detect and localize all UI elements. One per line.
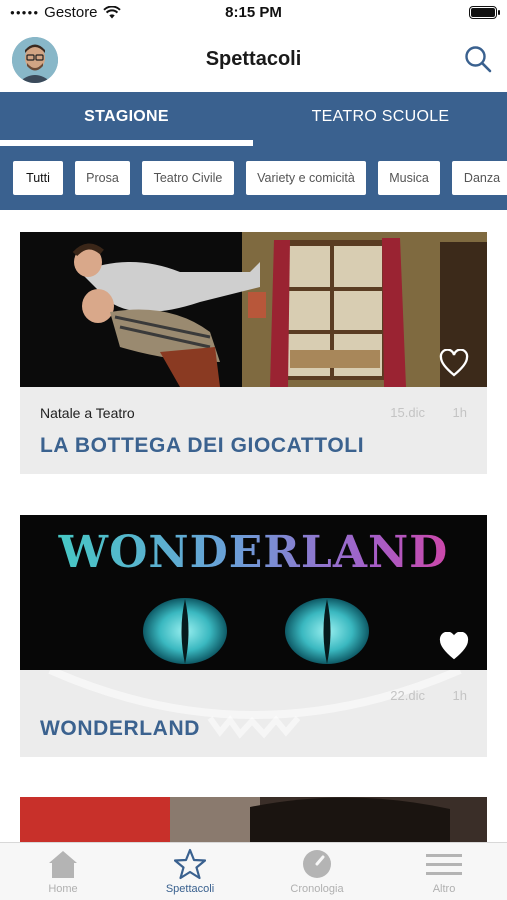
show-title: WONDERLAND <box>40 717 200 740</box>
favorite-button[interactable] <box>439 348 469 377</box>
show-card[interactable]: WONDERLAND 22.dic 1h WONDERLAND <box>20 515 487 757</box>
clock-icon <box>303 850 331 878</box>
show-info-panel: Natale a Teatro 15.dic 1h LA BOTTEGA DEI… <box>20 387 487 474</box>
filter-chip-teatro-civile[interactable]: Teatro Civile <box>142 161 234 195</box>
tabbar-item-spettacoli[interactable]: Spettacoli <box>127 843 253 900</box>
poster-title: WONDERLAND <box>20 527 487 578</box>
filter-bar: Tutti Prosa Teatro Civile Variety e comi… <box>0 146 507 210</box>
filter-chip-danza[interactable]: Danza <box>452 161 507 195</box>
bottom-tab-bar: Home Spettacoli Cronologia Altro <box>0 842 507 900</box>
menu-icon <box>426 854 462 875</box>
show-date: 15.dic <box>390 405 425 420</box>
tabbar-label: Home <box>48 883 78 895</box>
heart-outline-icon <box>439 348 469 377</box>
search-icon <box>465 46 492 73</box>
tabbar-label: Altro <box>432 883 456 895</box>
tab-stagione[interactable]: STAGIONE <box>0 92 253 146</box>
tab-teatro-scuole[interactable]: TEATRO SCUOLE <box>254 92 507 146</box>
show-duration: 1h <box>452 405 467 420</box>
show-card[interactable] <box>20 797 487 842</box>
star-icon <box>174 848 206 880</box>
status-bar: ●●●●● Gestore 8:15 PM <box>0 0 507 26</box>
search-button[interactable] <box>463 44 493 74</box>
tabbar-item-altro[interactable]: Altro <box>381 843 507 900</box>
segment-tabs: STAGIONE TEATRO SCUOLE <box>0 92 507 146</box>
show-info-panel: 22.dic 1h WONDERLAND <box>20 670 487 757</box>
show-card[interactable]: Natale a Teatro 15.dic 1h LA BOTTEGA DEI… <box>20 232 487 474</box>
battery-icon <box>469 6 500 19</box>
show-image: WONDERLAND <box>20 515 487 670</box>
status-time: 8:15 PM <box>225 4 282 21</box>
header: Spettacoli <box>0 26 507 92</box>
filter-chip-musica[interactable]: Musica <box>378 161 440 195</box>
home-icon <box>49 851 77 878</box>
show-image <box>20 232 487 387</box>
tabbar-item-home[interactable]: Home <box>0 843 126 900</box>
show-category: Natale a Teatro <box>40 405 135 421</box>
page-title: Spettacoli <box>205 48 302 70</box>
tabbar-item-cronologia[interactable]: Cronologia <box>254 843 380 900</box>
filter-chip-tutti[interactable]: Tutti <box>13 161 63 195</box>
grin-overlay <box>48 670 462 739</box>
tabbar-label: Cronologia <box>290 883 344 895</box>
show-photo <box>20 232 487 387</box>
filter-chip-prosa[interactable]: Prosa <box>75 161 130 195</box>
favorite-button[interactable] <box>439 631 469 660</box>
show-title: LA BOTTEGA DEI GIOCATTOLI <box>40 434 365 457</box>
show-duration: 1h <box>452 688 467 703</box>
show-date: 22.dic <box>390 688 425 703</box>
show-image <box>20 797 487 842</box>
filter-chip-variety[interactable]: Variety e comicità <box>246 161 366 195</box>
heart-filled-icon <box>439 631 469 660</box>
tabbar-label: Spettacoli <box>165 883 215 895</box>
